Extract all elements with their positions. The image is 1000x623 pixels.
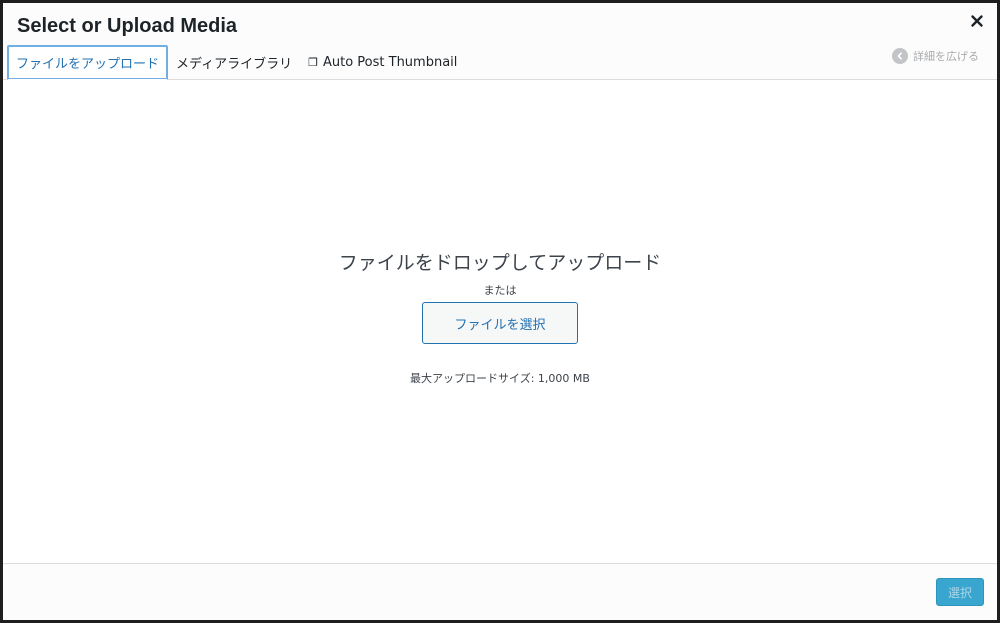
- tab-label: メディアライブラリ: [176, 57, 293, 72]
- select-files-button[interactable]: ファイルを選択: [422, 302, 578, 344]
- modal-footer: 選択: [3, 563, 997, 620]
- close-icon[interactable]: [969, 13, 985, 29]
- select-button[interactable]: 選択: [936, 578, 984, 606]
- chevron-left-icon: [892, 48, 908, 64]
- tab-media-library[interactable]: メディアライブラリ: [168, 45, 300, 80]
- max-upload-size: 最大アップロードサイズ: 1,000 MB: [410, 372, 590, 385]
- modal-title: Select or Upload Media: [17, 15, 238, 37]
- expand-details-button[interactable]: 詳細を広げる: [892, 48, 979, 64]
- tab-upload-files[interactable]: ファイルをアップロード: [7, 45, 169, 80]
- expand-details-label: 詳細を広げる: [913, 50, 979, 63]
- media-modal: Select or Upload Media ファイルをアップロード メディアラ…: [3, 3, 997, 620]
- tab-label: ファイルをアップロード: [16, 57, 160, 72]
- or-text: または: [483, 284, 517, 297]
- drop-instructions: ファイルをドロップしてアップロード: [338, 252, 662, 274]
- modal-header: Select or Upload Media ファイルをアップロード メディアラ…: [3, 3, 997, 80]
- tab-auto-post-thumbnail[interactable]: ❐ Auto Post Thumbnail: [300, 45, 465, 80]
- external-window-icon: ❐: [308, 56, 318, 69]
- tab-label: Auto Post Thumbnail: [322, 55, 458, 70]
- router-tabs: ファイルをアップロード メディアライブラリ ❐ Auto Post Thumbn…: [7, 45, 465, 81]
- uploader-inline: ファイルをドロップしてアップロード または ファイルを選択 最大アップロードサイ…: [3, 80, 997, 562]
